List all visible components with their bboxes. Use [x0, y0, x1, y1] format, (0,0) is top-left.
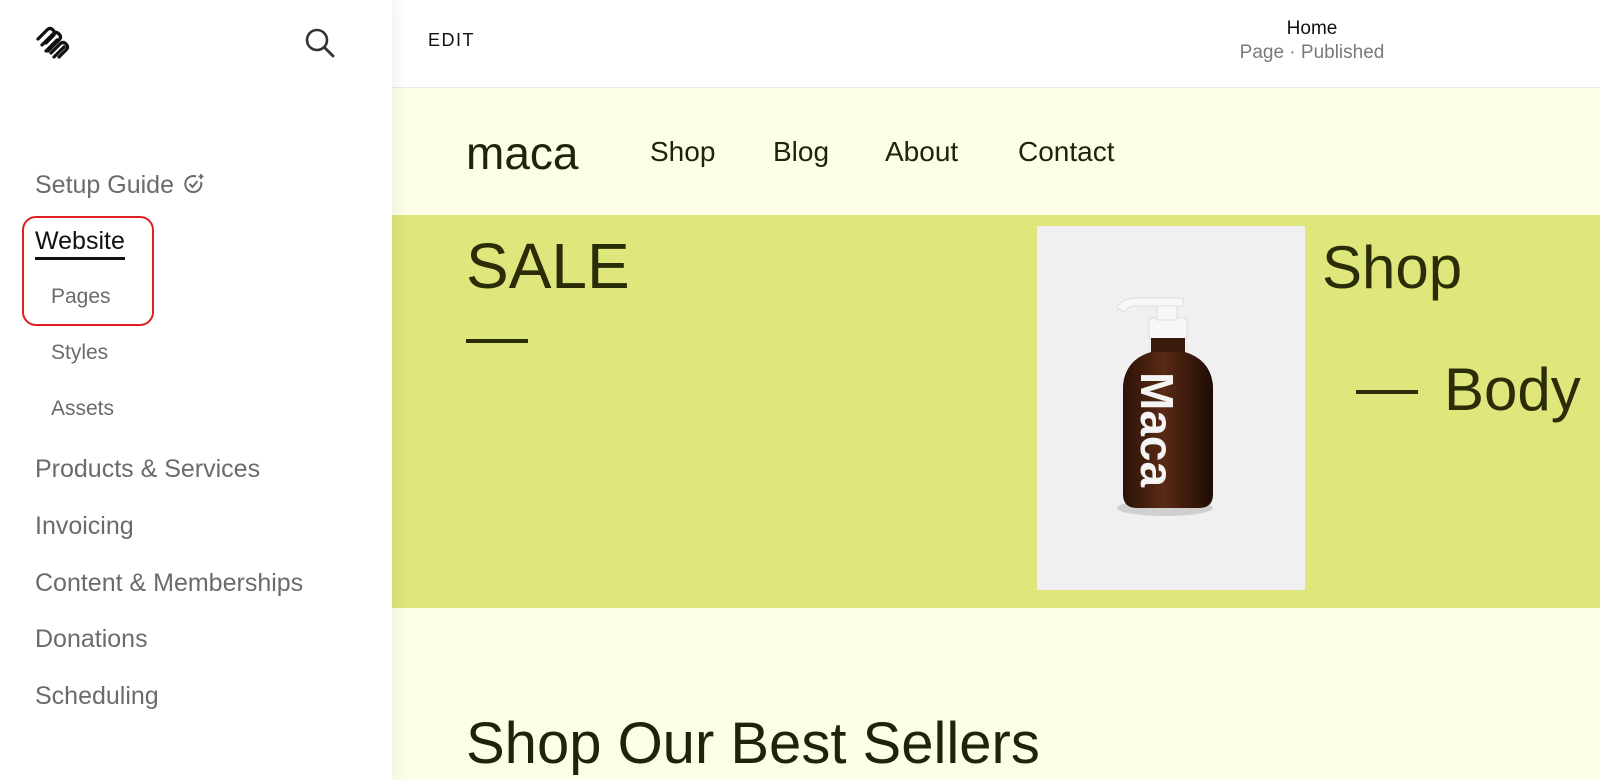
editor-topbar: EDIT Home Page · Published [392, 0, 1600, 88]
bottle-label: Maca [1131, 372, 1183, 487]
search-icon[interactable] [304, 27, 336, 59]
squarespace-logo-icon[interactable] [34, 26, 72, 60]
sidebar-item-label: Products & Services [35, 455, 261, 483]
sidebar-item-label: Setup Guide [35, 171, 174, 199]
hero-body-heading: Body [1444, 356, 1581, 423]
sidebar-item-label: Invoicing [35, 512, 134, 540]
sidebar-item-products-services[interactable]: Products & Services [35, 454, 260, 484]
sidebar: Setup Guide Website Pages Styles Assets … [0, 0, 392, 780]
page-title: Home [1286, 18, 1338, 39]
page-status: Page · Published [1239, 42, 1385, 63]
hero-divider [1356, 390, 1418, 394]
sidebar-item-label: Pages [51, 285, 111, 308]
edit-button[interactable]: EDIT [428, 30, 475, 51]
sidebar-item-content-memberships[interactable]: Content & Memberships [35, 568, 303, 598]
sidebar-item-label: Scheduling [35, 682, 159, 710]
best-sellers-section: Shop Our Best Sellers [392, 608, 1600, 780]
sidebar-item-label: Styles [51, 341, 109, 364]
sidebar-item-styles[interactable]: Styles [51, 340, 108, 366]
sidebar-item-scheduling[interactable]: Scheduling [35, 681, 159, 711]
site-nav-shop[interactable]: Shop [650, 136, 715, 168]
sidebar-item-setup-guide[interactable]: Setup Guide [35, 170, 206, 200]
page-info[interactable]: Home Page · Published [1212, 17, 1412, 65]
product-image[interactable]: Maca [1037, 226, 1305, 590]
site-nav-blog[interactable]: Blog [773, 136, 829, 168]
sidebar-item-label: Assets [51, 397, 115, 420]
site-header: maca Shop Blog About Contact [392, 88, 1600, 215]
sale-heading: SALE [466, 230, 630, 302]
sidebar-item-pages[interactable]: Pages [51, 284, 111, 310]
sidebar-item-website[interactable]: Website [35, 226, 125, 260]
setup-progress-icon [182, 172, 206, 196]
best-sellers-heading: Shop Our Best Sellers [466, 711, 1040, 776]
sidebar-item-invoicing[interactable]: Invoicing [35, 511, 134, 541]
sidebar-item-label: Donations [35, 625, 148, 653]
sale-divider [466, 339, 528, 343]
hero-section: SALE Maca Shop Body [392, 215, 1600, 608]
sidebar-item-donations[interactable]: Donations [35, 624, 148, 654]
site-nav-about[interactable]: About [885, 136, 958, 168]
site-logo[interactable]: maca [466, 126, 578, 180]
site-nav-contact[interactable]: Contact [1018, 136, 1115, 168]
sidebar-item-label: Website [35, 227, 125, 260]
sidebar-item-assets[interactable]: Assets [51, 396, 114, 422]
sidebar-item-label: Content & Memberships [35, 569, 304, 597]
hero-shop-heading: Shop [1322, 234, 1463, 301]
